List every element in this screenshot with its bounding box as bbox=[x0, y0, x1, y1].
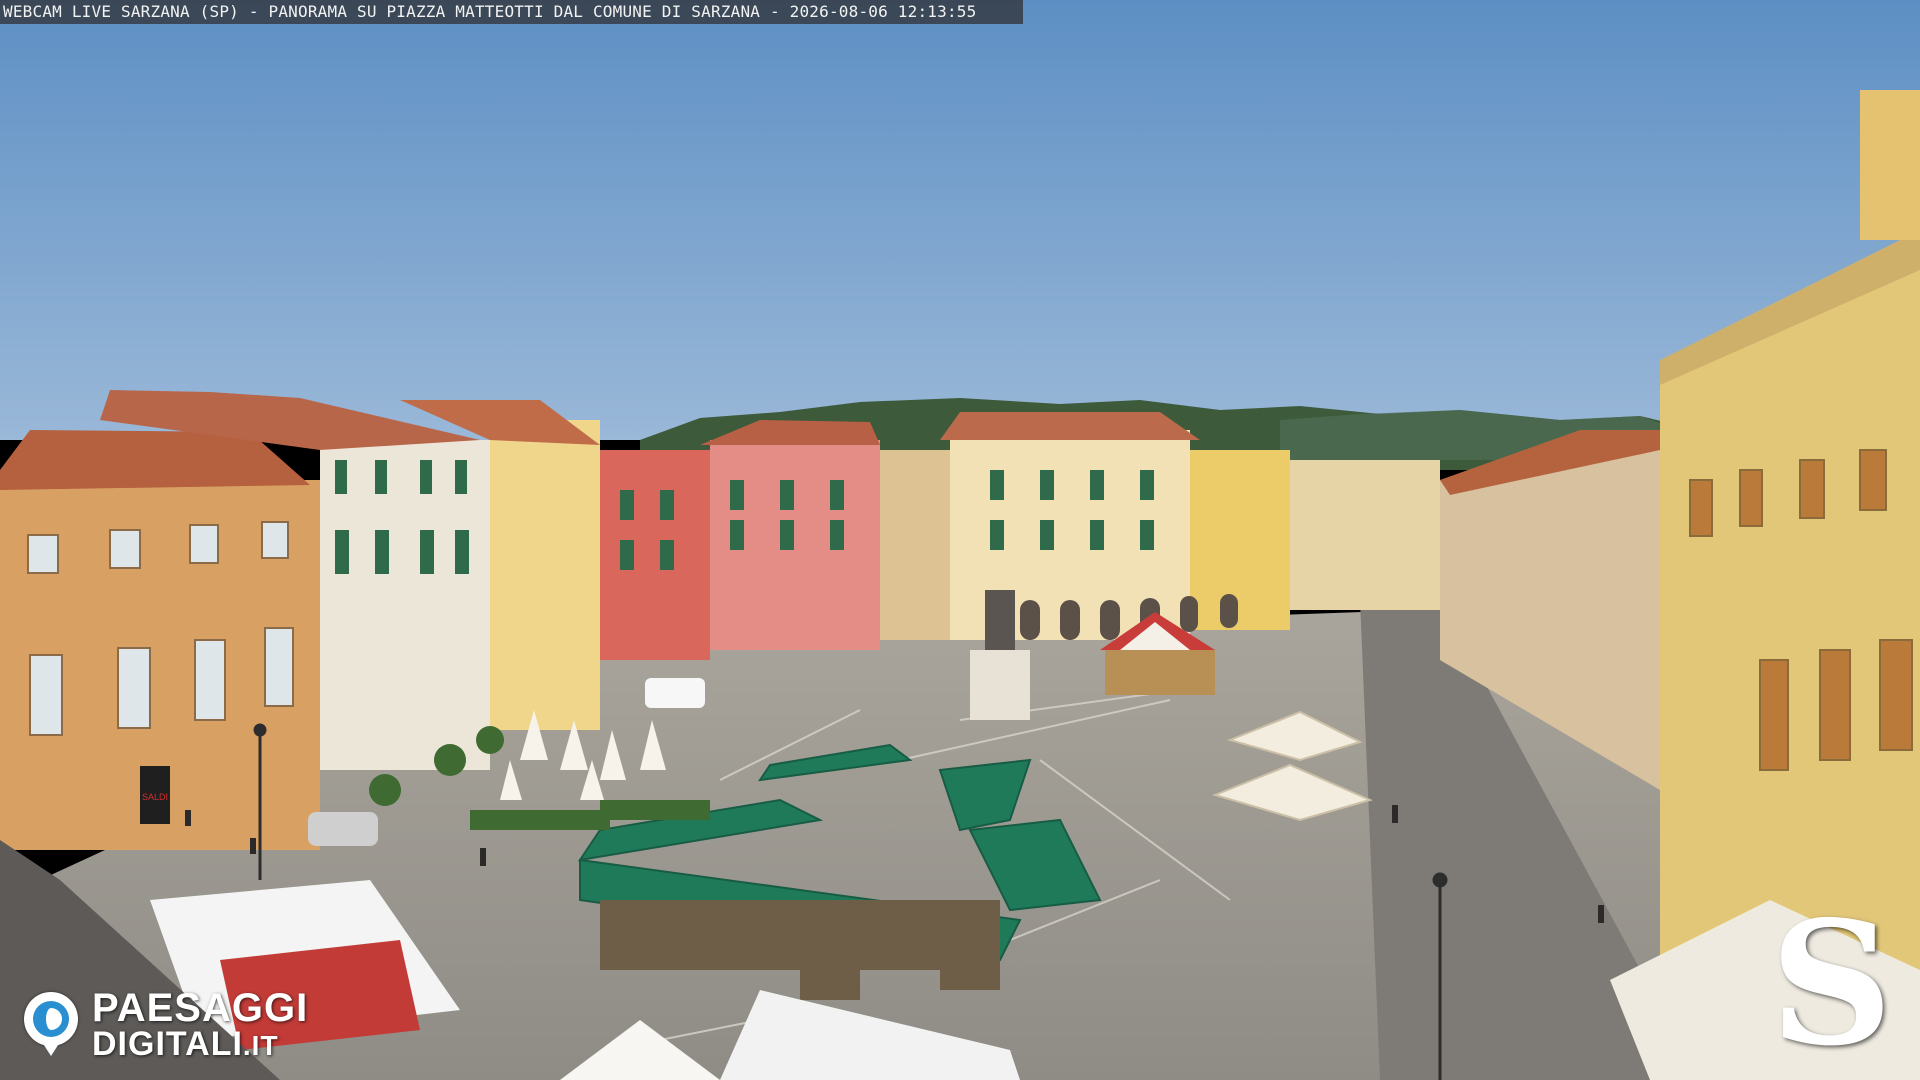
building-yellow-left bbox=[490, 420, 600, 730]
building-red bbox=[600, 450, 710, 660]
carousel-body bbox=[1105, 650, 1215, 695]
webcam-frame: SALDI WEBCAM LIVE SARZANA (SP) - PANORAM… bbox=[0, 0, 1920, 1080]
piazza-panorama-image: SALDI bbox=[0, 0, 1920, 1080]
saldi-shop-sign: SALDI bbox=[142, 792, 168, 802]
monument-base bbox=[970, 650, 1030, 720]
city-s-logo: S bbox=[1770, 884, 1893, 1080]
building-yellow-center bbox=[1190, 450, 1290, 630]
webcam-caption-bar: WEBCAM LIVE SARZANA (SP) - PANORAMA SU P… bbox=[0, 0, 1023, 24]
paesaggi-digitali-logo: PAESAGGI DIGITALI.IT bbox=[24, 986, 344, 1063]
roof-cream-center bbox=[940, 412, 1200, 440]
tower-right bbox=[1860, 90, 1920, 240]
buildings-far-row bbox=[1290, 460, 1440, 610]
logo-text-digitali: DIGITALI bbox=[92, 1025, 243, 1063]
logo-text-line2: DIGITALI.IT bbox=[92, 1024, 279, 1066]
sky bbox=[0, 0, 1920, 440]
white-van-center bbox=[645, 678, 705, 708]
logo-text-tld: .IT bbox=[242, 1030, 279, 1061]
building-beige-mid bbox=[880, 450, 950, 640]
webcam-caption-text: WEBCAM LIVE SARZANA (SP) - PANORAMA SU P… bbox=[3, 2, 977, 21]
monument-statue bbox=[985, 590, 1015, 650]
location-pin-icon bbox=[24, 992, 78, 1046]
location-pin-tail-icon bbox=[42, 1042, 60, 1056]
white-car-left bbox=[308, 812, 378, 846]
